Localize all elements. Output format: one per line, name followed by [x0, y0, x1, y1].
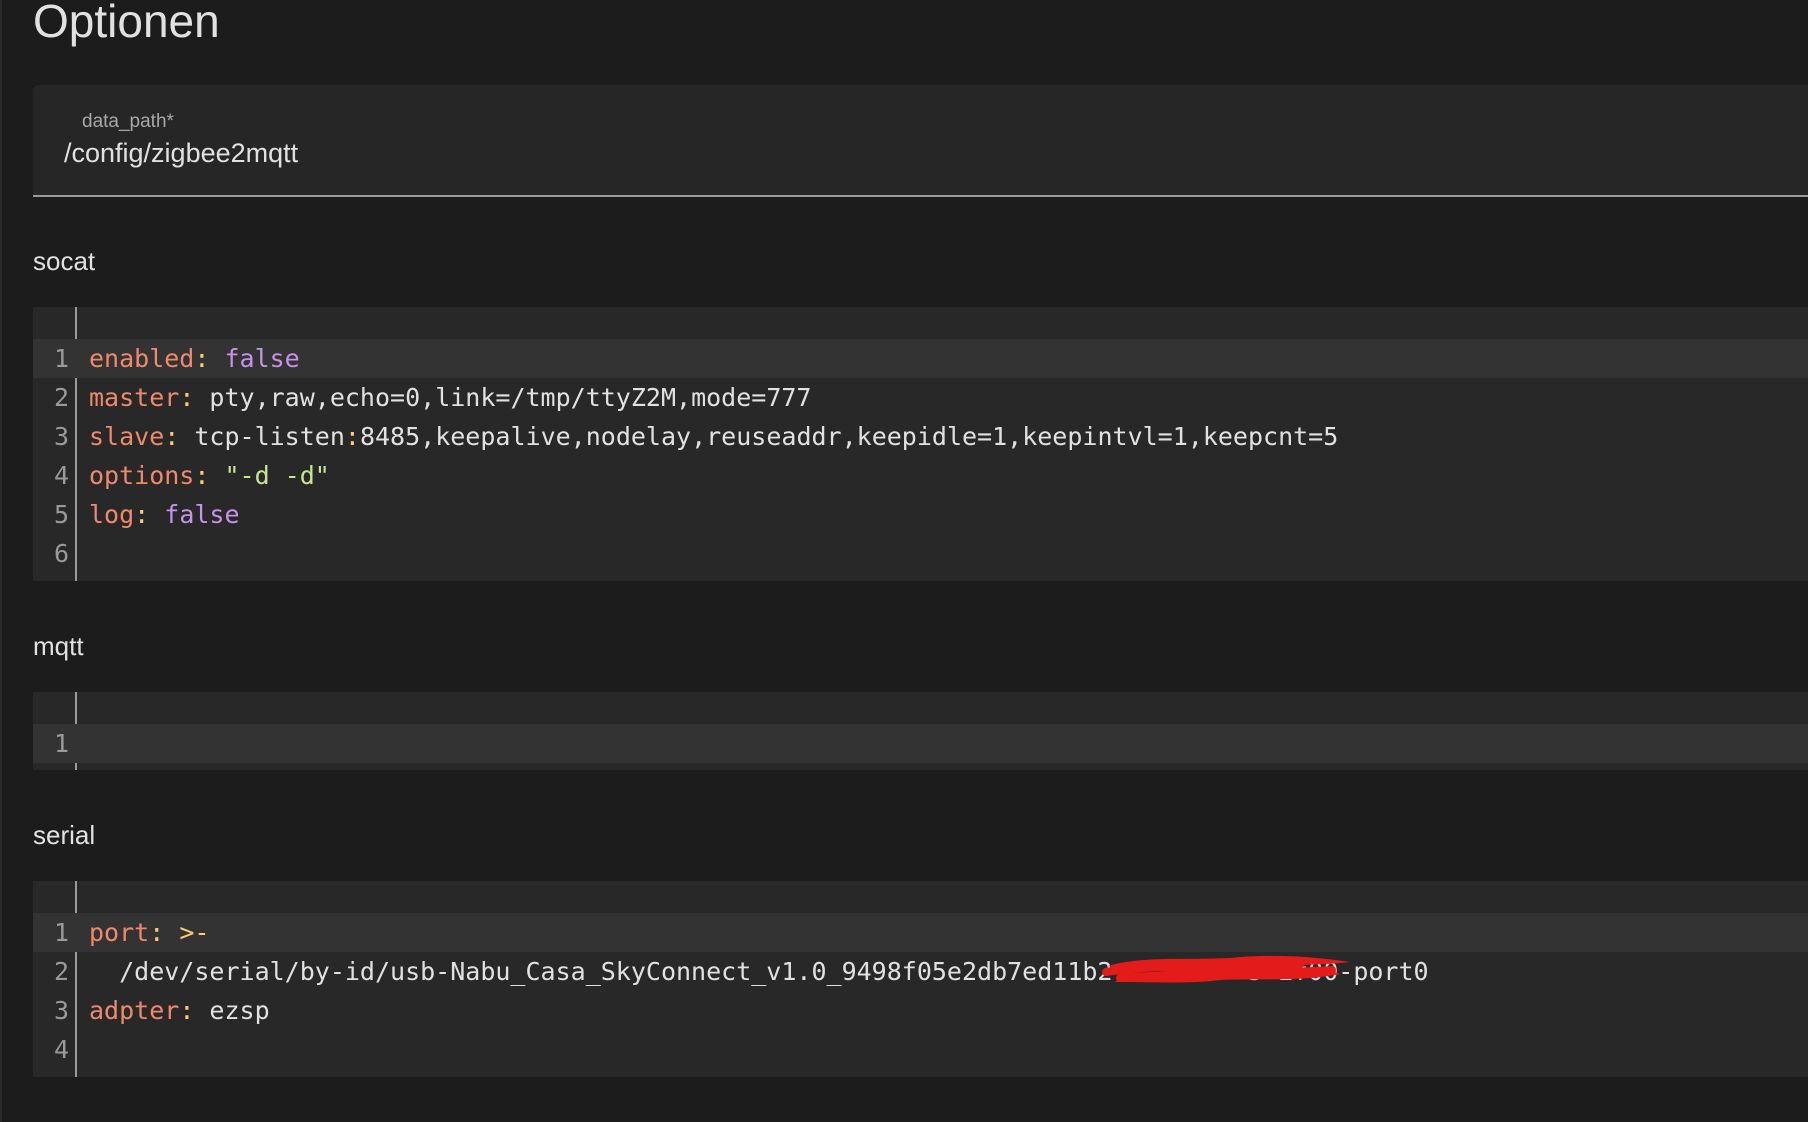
yaml-value: false — [224, 344, 300, 373]
serial-code-editor[interactable]: 1 port: >- 2 /dev/serial/by-id/usb-Nabu_C… — [33, 881, 1808, 1077]
yaml-value: false — [164, 500, 240, 529]
code-line[interactable]: 1 enabled: false — [33, 339, 1808, 378]
socat-code-editor[interactable]: 1 enabled: false 2 master: pty,raw,echo=0,… — [33, 307, 1808, 581]
line-number: 1 — [53, 344, 69, 373]
data-path-field[interactable]: data_path* /config/zigbee2mqtt — [33, 85, 1808, 197]
yaml-key: enabled — [89, 344, 195, 373]
line-number: 2 — [53, 957, 69, 986]
redaction-scribble — [1102, 955, 1350, 983]
code-line[interactable]: 4 — [33, 1030, 1808, 1069]
code-line[interactable]: 6 — [33, 534, 1808, 573]
section-label-socat: socat — [33, 246, 96, 276]
line-number: 3 — [53, 996, 69, 1025]
yaml-key: log — [89, 500, 135, 529]
section-label-serial: serial — [33, 820, 96, 850]
line-number: 4 — [53, 461, 69, 490]
line-number: 1 — [53, 729, 69, 758]
line-number: 6 — [53, 539, 69, 568]
yaml-value: 8485,keepalive,nodelay,reuseaddr,keepidl… — [359, 422, 1339, 451]
yaml-key: adpter — [89, 996, 180, 1025]
code-line[interactable]: 3 adpter: ezsp — [33, 991, 1808, 1030]
line-number: 5 — [53, 500, 69, 529]
yaml-key: port — [89, 918, 150, 947]
yaml-value: >- — [179, 918, 210, 947]
yaml-key: slave — [89, 422, 165, 451]
line-number: 1 — [53, 918, 69, 947]
code-line[interactable]: 3 slave: tcp-listen:8485,keepalive,nodela… — [33, 417, 1808, 456]
line-number: 4 — [53, 1035, 69, 1064]
code-line[interactable]: 1 — [33, 724, 1808, 763]
page-title: Optionen — [33, 0, 220, 47]
yaml-value: pty,raw,echo=0,link=/tmp/ttyZ2M,mode=777 — [209, 383, 812, 412]
code-line[interactable]: 5 log: false — [33, 495, 1808, 534]
code-line[interactable]: 2 master: pty,raw,echo=0,link=/tmp/ttyZ2M… — [33, 378, 1808, 417]
data-path-label: data_path* — [82, 111, 174, 132]
yaml-value: tcp-listen — [194, 422, 345, 451]
line-number: 2 — [53, 383, 69, 412]
line-number: 3 — [53, 422, 69, 451]
yaml-key: master — [89, 383, 180, 412]
section-label-mqtt: mqtt — [33, 631, 84, 661]
code-line[interactable]: 1 port: >- — [33, 913, 1808, 952]
code-line[interactable]: 2 /dev/serial/by-id/usb-Nabu_Casa_SkyCon… — [33, 952, 1808, 991]
data-path-input[interactable]: /config/zigbee2mqtt — [64, 138, 298, 169]
window-edge — [0, 0, 2, 1122]
yaml-value: ezsp — [209, 996, 270, 1025]
yaml-key: options — [89, 461, 195, 490]
yaml-value-prefix: /dev/serial/by-id/usb-Nabu_Casa_SkyConne… — [89, 957, 1113, 986]
yaml-value: "-d -d" — [224, 461, 330, 490]
code-line[interactable]: 4 options: "-d -d" — [33, 456, 1808, 495]
mqtt-code-editor[interactable]: 1 — [33, 692, 1808, 770]
